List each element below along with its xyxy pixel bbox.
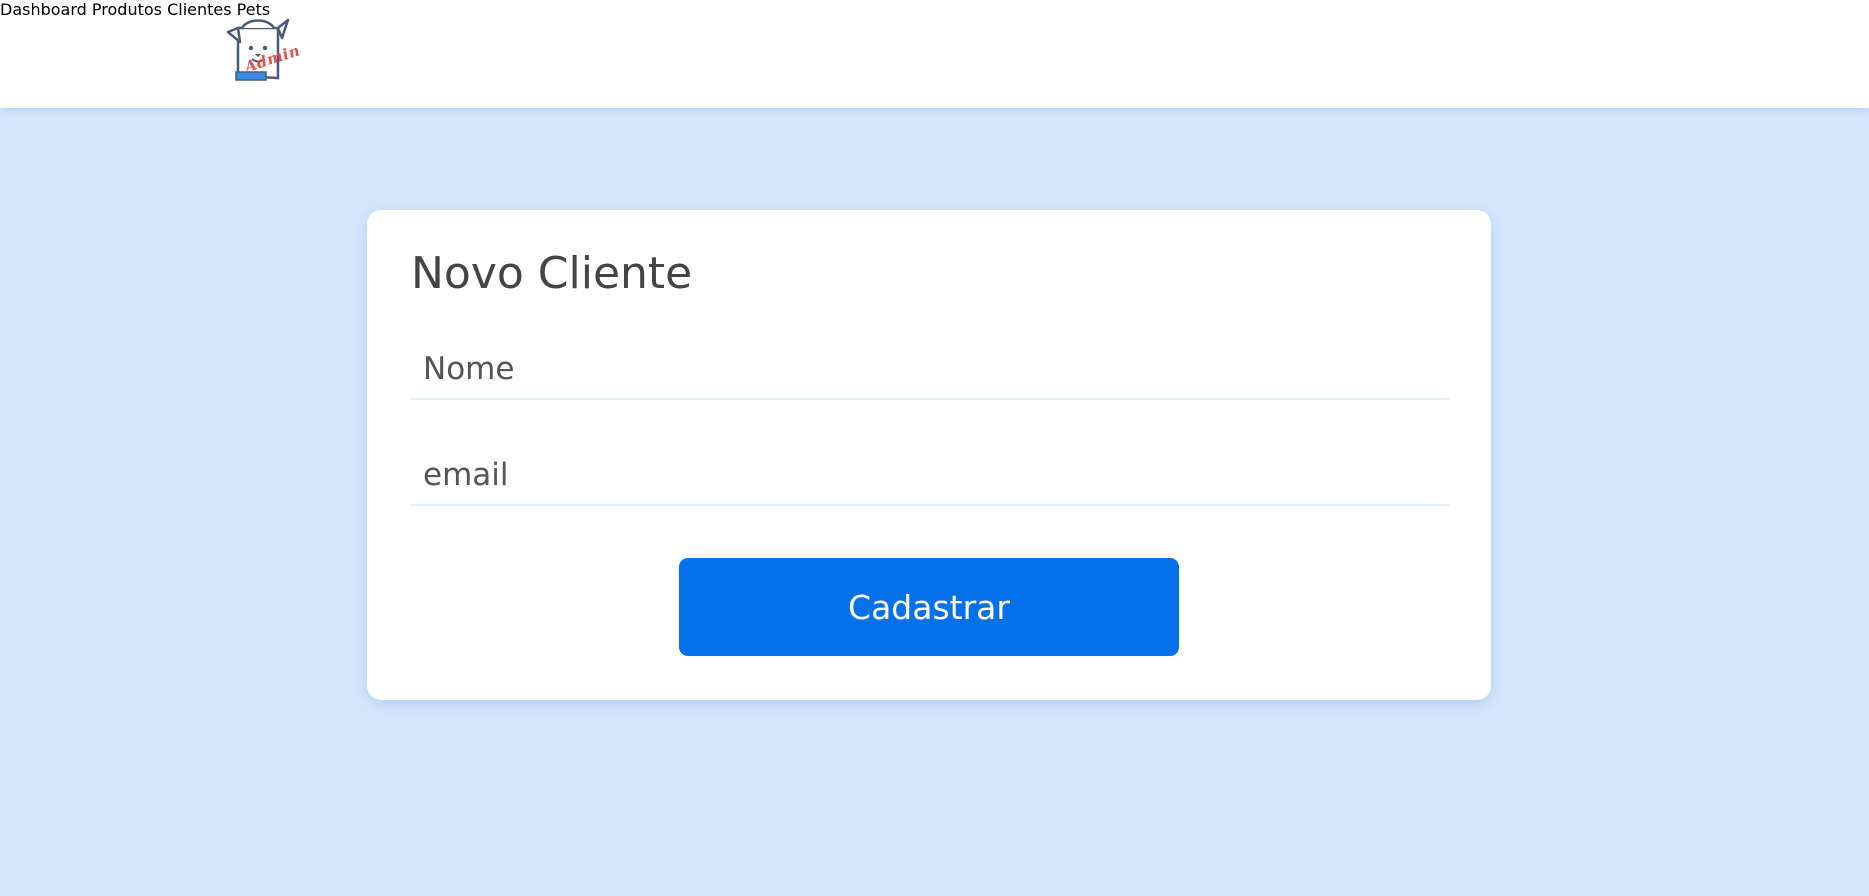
submit-button[interactable]: Cadastrar (679, 558, 1179, 656)
nav-link-dashboard[interactable]: Dashboard (0, 0, 87, 19)
name-input[interactable] (411, 340, 1449, 400)
nav-link-clientes[interactable]: Clientes (167, 0, 232, 19)
top-navbar: Admin Dashboard Produtos Clientes Pets (0, 0, 1869, 108)
nav-link-produtos[interactable]: Produtos (92, 0, 162, 19)
new-client-card: Novo Cliente Cadastrar (367, 210, 1491, 700)
form-title: Novo Cliente (411, 248, 693, 299)
email-input[interactable] (411, 446, 1449, 506)
